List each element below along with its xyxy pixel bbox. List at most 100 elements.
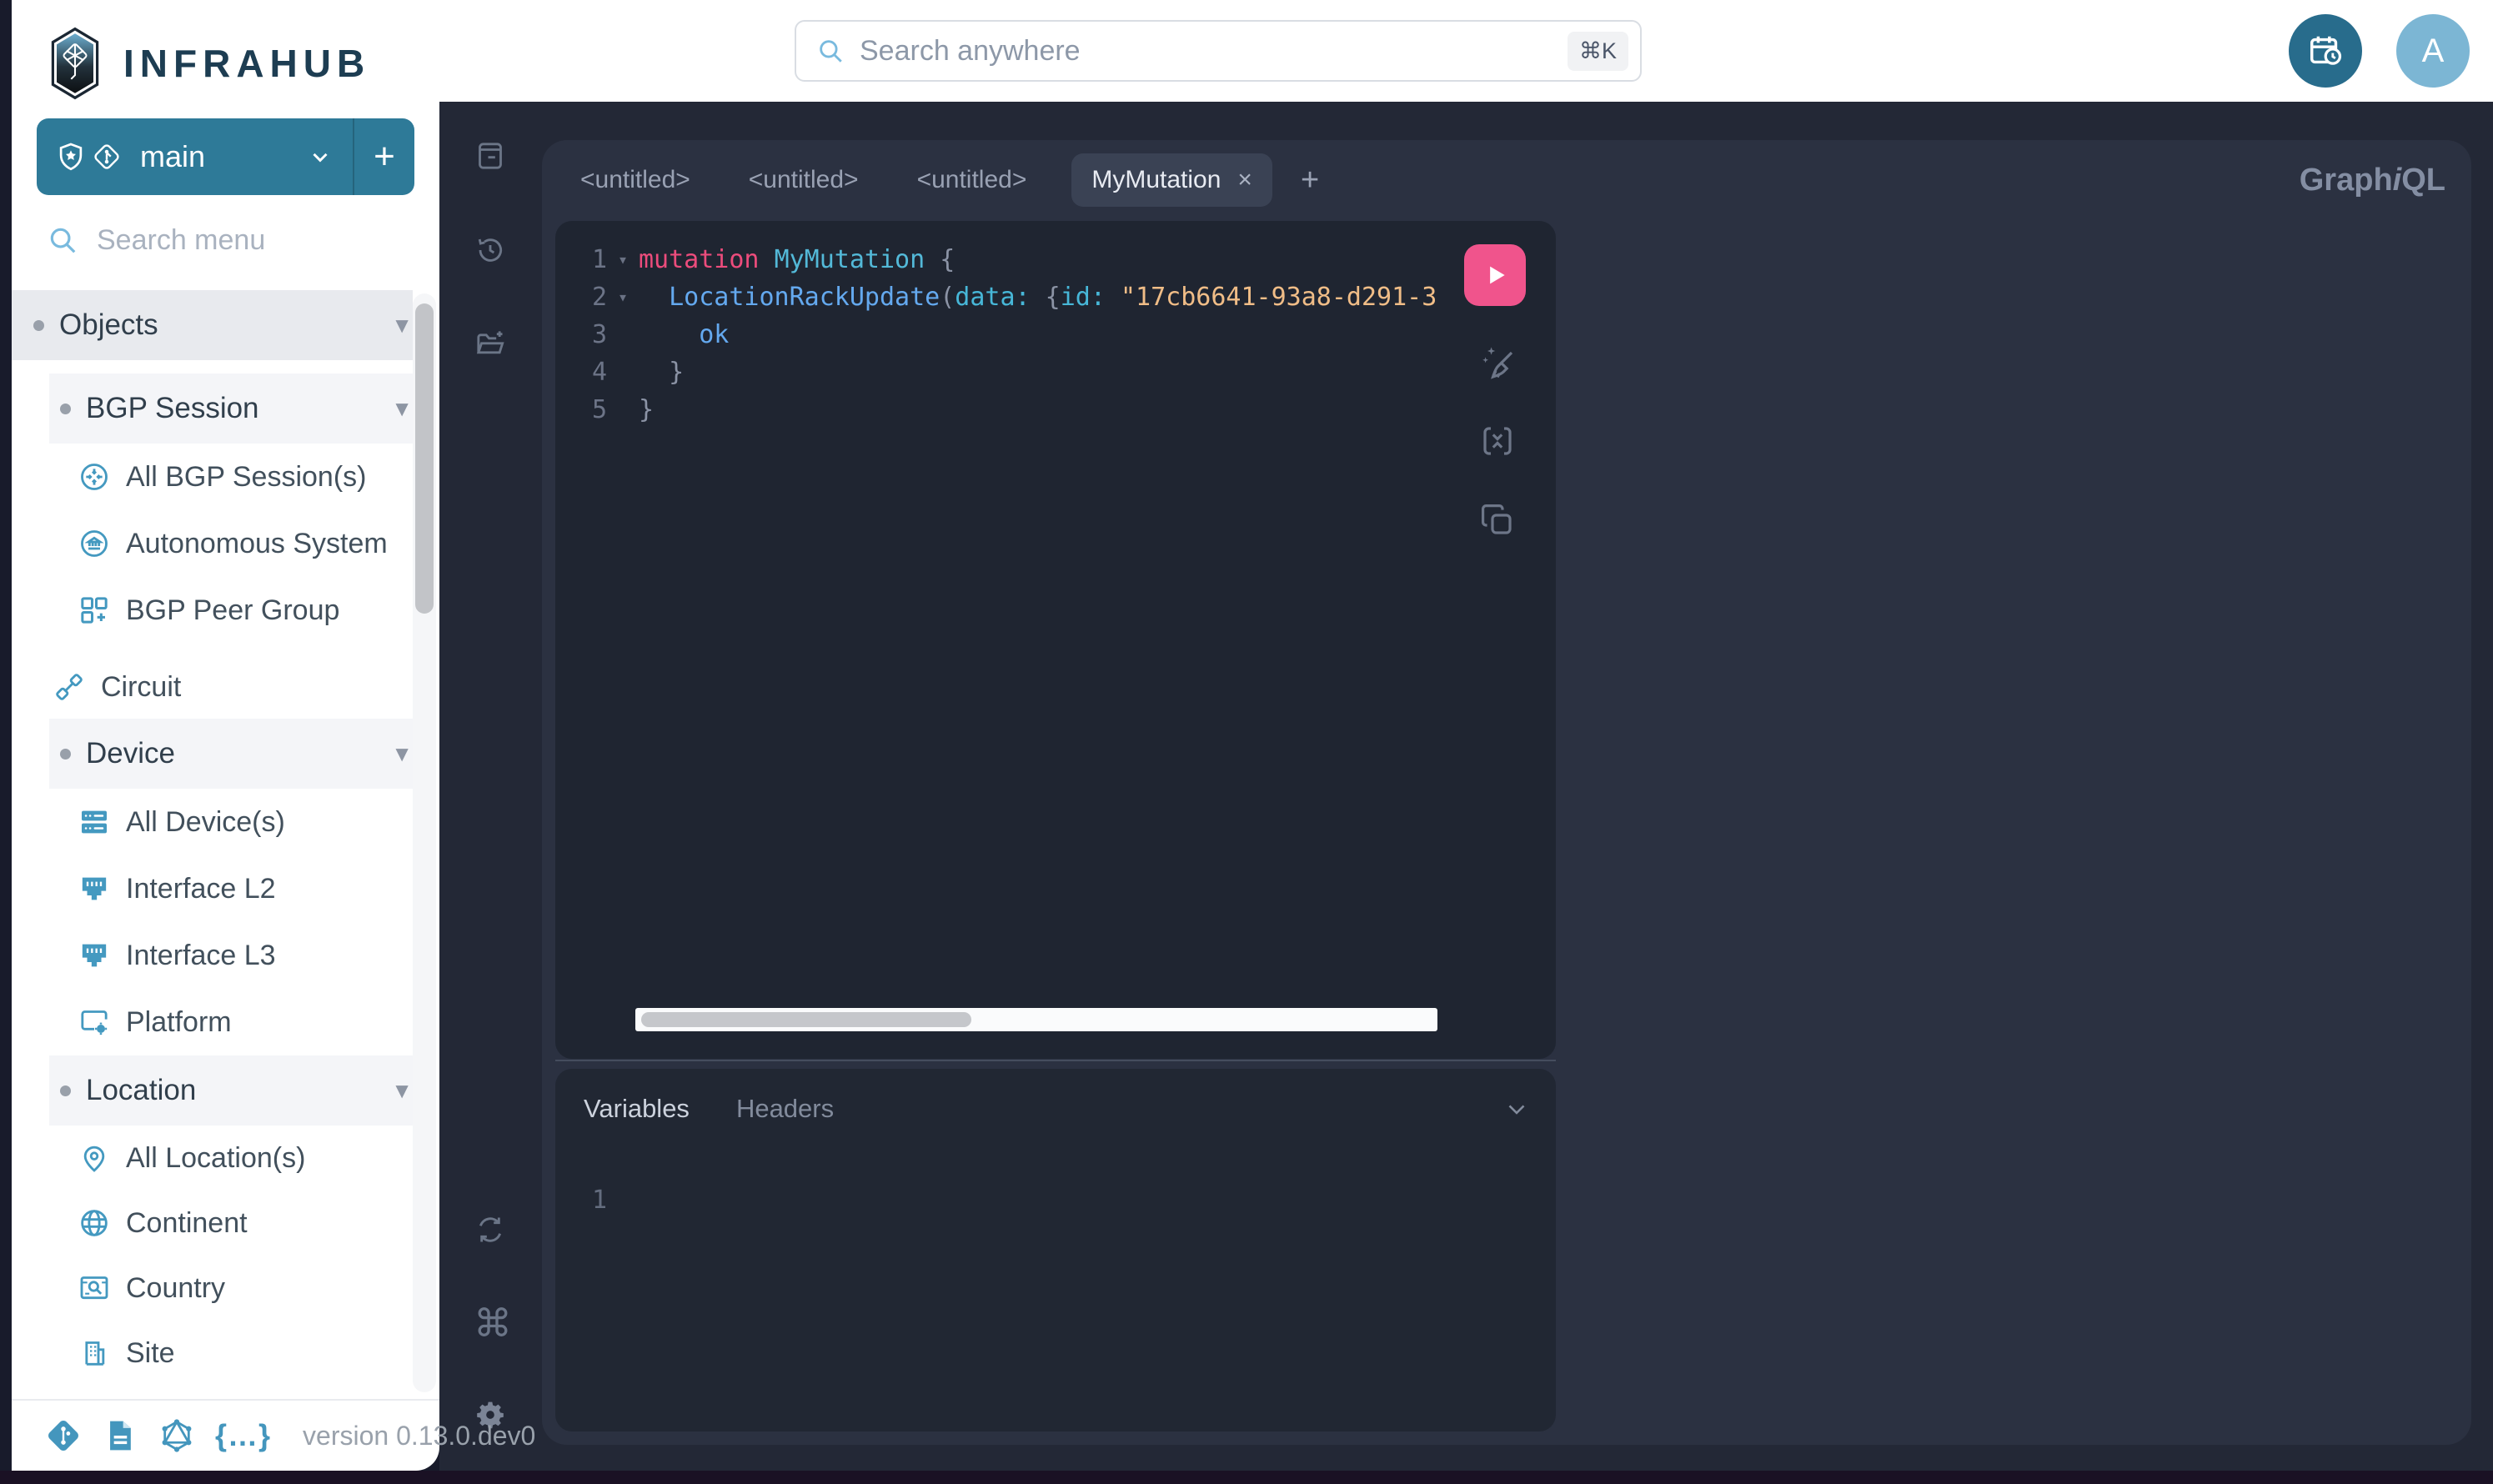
menu-item-interface-l3[interactable]: Interface L3 <box>12 922 409 989</box>
graphiql-logo: GraphiQL <box>2300 163 2445 198</box>
prettify-query-button[interactable] <box>1477 342 1517 382</box>
fold-caret-icon[interactable]: ▾ <box>607 241 639 278</box>
menu-item-all-bgp-sessions[interactable]: All BGP Session(s) <box>12 444 409 510</box>
server-icon <box>78 805 111 839</box>
swagger-braces-icon[interactable]: {…} <box>215 1418 271 1453</box>
tab-untitled-2[interactable]: <untitled> <box>727 166 880 194</box>
calendar-clock-icon <box>2306 32 2345 70</box>
query-editor[interactable]: 1 ▾ mutation MyMutation { 2 ▾ LocationRa… <box>555 221 1556 1059</box>
menu-item-platform[interactable]: Platform <box>12 989 409 1055</box>
version-label: version 0.13.0.dev0 <box>303 1421 535 1451</box>
collapse-caret-icon[interactable]: ▼ <box>391 741 413 767</box>
tab-untitled-1[interactable]: <untitled> <box>559 166 712 194</box>
map-pin-icon <box>78 1141 111 1175</box>
current-branch-label: main <box>140 139 205 174</box>
code-line: 5 } <box>555 391 1556 429</box>
scrollbar-thumb[interactable] <box>641 1012 971 1027</box>
graphiql-session-panel: <untitled> <untitled> <untitled> MyMutat… <box>542 140 2471 1445</box>
brand-name: INFRAHUB <box>123 41 370 86</box>
play-icon <box>1478 258 1512 292</box>
add-branch-button[interactable]: + <box>354 136 414 178</box>
tab-headers[interactable]: Headers <box>736 1094 834 1124</box>
brand-logo[interactable]: INFRAHUB <box>12 0 439 118</box>
menu-item-all-devices[interactable]: All Device(s) <box>12 789 409 855</box>
collapse-caret-icon[interactable]: ▼ <box>391 313 413 338</box>
sidebar: INFRAHUB main + <box>12 0 439 1471</box>
bullet-icon <box>33 320 44 331</box>
globe-icon <box>78 1206 111 1240</box>
menu-item-interface-l2[interactable]: Interface L2 <box>12 855 409 922</box>
close-tab-icon[interactable]: × <box>1237 166 1252 194</box>
bullet-icon <box>60 1085 71 1096</box>
search-icon <box>47 224 78 256</box>
branch-selector[interactable]: main + <box>37 118 414 195</box>
divider[interactable] <box>555 1060 1556 1061</box>
docs-explorer-button[interactable] <box>474 139 507 173</box>
sidebar-scrollbar[interactable] <box>413 293 436 1392</box>
variables-panel: Variables Headers 1 <box>555 1069 1556 1431</box>
platform-icon <box>78 1005 111 1039</box>
global-search[interactable]: ⌘K <box>795 20 1642 82</box>
menu-group-location[interactable]: Location ▼ <box>49 1055 413 1126</box>
variables-header: Variables Headers <box>555 1069 1556 1124</box>
ethernet-icon <box>78 872 111 905</box>
building-icon <box>78 1336 111 1370</box>
graphiql-workspace: ⌘ <untitled> <untitled> <untitled> MyMut… <box>439 102 2493 1471</box>
tab-mymutation-active[interactable]: MyMutation × <box>1071 153 1272 207</box>
sidebar-search[interactable] <box>12 195 439 285</box>
window-bottom-edge <box>0 1471 2493 1484</box>
variables-editor[interactable]: 1 <box>555 1186 1556 1215</box>
infrahub-hexagon-icon <box>48 24 102 103</box>
object-menu: Objects ▼ BGP Session ▼ All BGP Session(… <box>12 285 439 1399</box>
scrollbar-thumb[interactable] <box>415 303 434 614</box>
time-travel-button[interactable] <box>2289 14 2362 88</box>
query-code[interactable]: 1 ▾ mutation MyMutation { 2 ▾ LocationRa… <box>555 221 1556 429</box>
chevron-down-icon[interactable] <box>1502 1095 1531 1123</box>
refetch-schema-button[interactable] <box>474 1213 507 1246</box>
document-icon[interactable] <box>102 1417 138 1454</box>
menu-item-country[interactable]: Country <box>12 1256 409 1321</box>
collapse-caret-icon[interactable]: ▼ <box>391 1078 413 1104</box>
chevron-down-icon[interactable] <box>308 144 333 169</box>
fold-caret-icon[interactable]: ▾ <box>607 278 639 316</box>
merge-fragments-button[interactable] <box>1477 421 1517 461</box>
sidebar-footer: {…} version 0.13.0.dev0 <box>12 1399 439 1471</box>
menu-item-all-locations[interactable]: All Location(s) <box>12 1126 409 1191</box>
global-search-input[interactable] <box>860 35 1552 68</box>
collapse-caret-icon[interactable]: ▼ <box>391 396 413 422</box>
country-map-icon <box>78 1271 111 1305</box>
add-tab-button[interactable]: + <box>1301 163 1319 198</box>
git-branch-icon <box>92 142 122 172</box>
code-line: 2 ▾ LocationRackUpdate(data: {id: "17cb6… <box>555 278 1556 316</box>
menu-group-device[interactable]: Device ▼ <box>49 719 413 789</box>
menu-group-objects[interactable]: Objects ▼ <box>12 290 413 360</box>
bgp-session-icon <box>78 460 111 494</box>
tab-bar: <untitled> <untitled> <untitled> MyMutat… <box>542 140 2471 220</box>
history-button[interactable] <box>474 233 507 267</box>
topbar: ⌘K A <box>439 0 2493 102</box>
folder-plus-button[interactable] <box>474 327 507 360</box>
code-line: 4 } <box>555 353 1556 391</box>
menu-item-site[interactable]: Site <box>12 1321 409 1386</box>
menu-item-continent[interactable]: Continent <box>12 1191 409 1256</box>
execute-query-button[interactable] <box>1464 244 1526 306</box>
keyboard-shortcuts-button[interactable]: ⌘ <box>474 1306 507 1340</box>
shield-star-icon <box>55 141 87 173</box>
menu-item-autonomous-system[interactable]: Autonomous System <box>12 510 409 577</box>
tab-untitled-3[interactable]: <untitled> <box>895 166 1049 194</box>
git-icon[interactable] <box>45 1417 82 1454</box>
code-line: 3 ok <box>555 316 1556 353</box>
ethernet-icon <box>78 939 111 972</box>
bullet-icon <box>60 749 71 760</box>
menu-item-circuit[interactable]: Circuit <box>12 655 409 719</box>
menu-item-bgp-peer-group[interactable]: BGP Peer Group <box>12 577 409 644</box>
graphql-icon[interactable] <box>158 1417 195 1454</box>
avatar[interactable]: A <box>2396 14 2470 88</box>
menu-group-bgp-session[interactable]: BGP Session ▼ <box>49 374 413 444</box>
editor-horizontal-scrollbar[interactable] <box>635 1008 1437 1031</box>
circuit-icon <box>53 670 86 704</box>
tab-variables[interactable]: Variables <box>584 1094 690 1124</box>
sidebar-search-input[interactable] <box>97 224 372 257</box>
bullet-icon <box>60 404 71 414</box>
copy-query-button[interactable] <box>1477 500 1517 540</box>
